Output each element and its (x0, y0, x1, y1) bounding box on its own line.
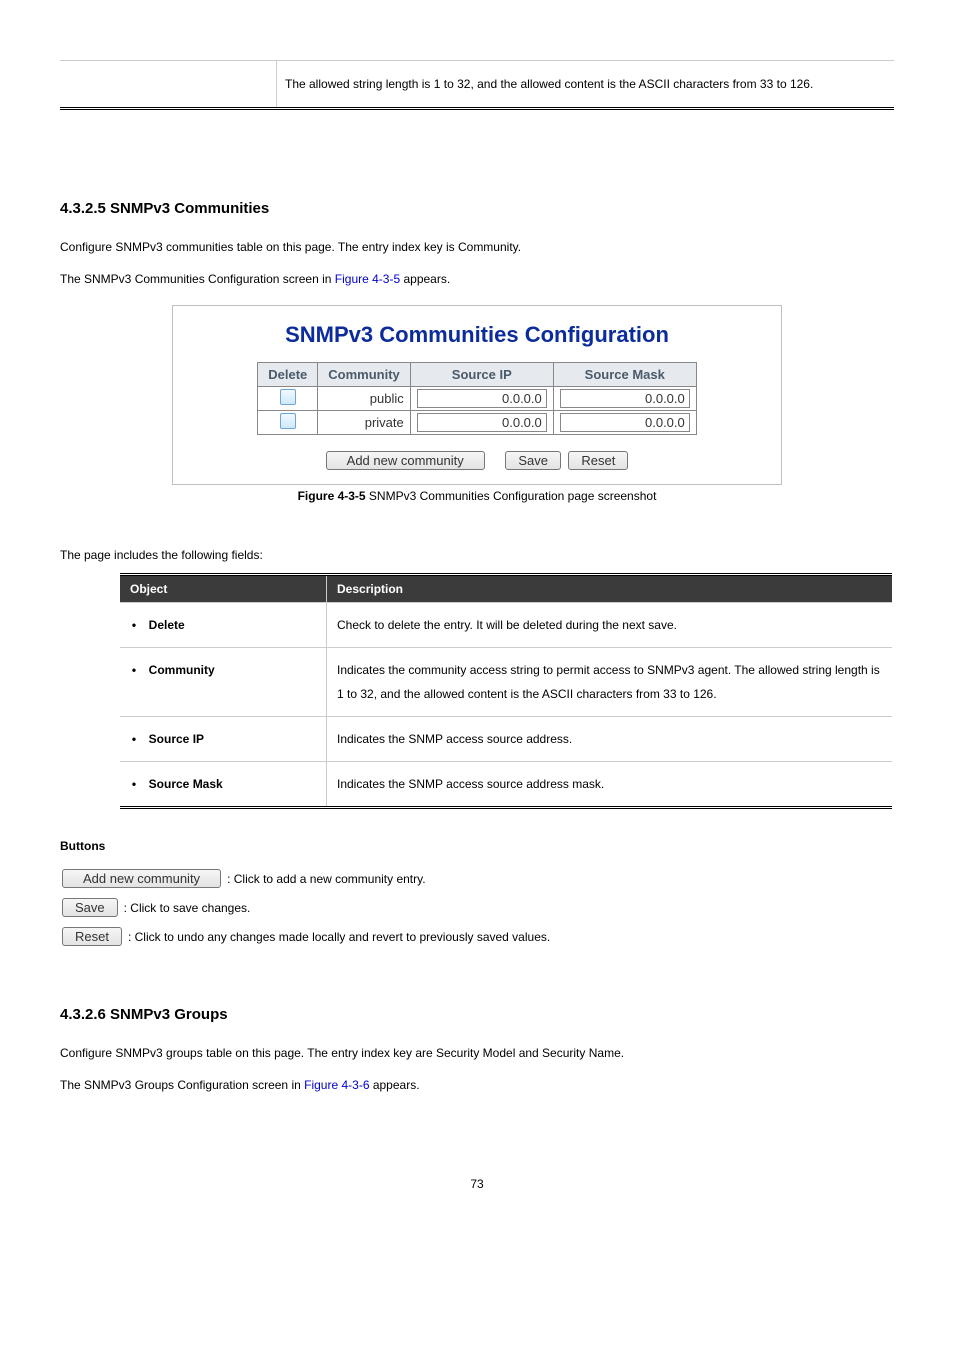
prev-table-text: The allowed string length is 1 to 32, an… (277, 61, 895, 109)
table-row: private 0.0.0.0 0.0.0.0 (258, 411, 697, 435)
section2-para2: The SNMPv3 Groups Configuration screen i… (60, 1073, 894, 1097)
source-ip-input[interactable]: 0.0.0.0 (417, 413, 547, 432)
th-delete: Delete (258, 363, 318, 387)
section1-para2: The SNMPv3 Communities Configuration scr… (60, 267, 894, 291)
reset-button[interactable]: Reset (568, 451, 628, 470)
screenshot-container: SNMPv3 Communities Configuration Delete … (172, 305, 782, 485)
section-heading-2: 4.3.2.6 SNMPv3 Groups (60, 1006, 894, 1023)
communities-table: Delete Community Source IP Source Mask p… (257, 362, 697, 435)
button-desc-row: Save : Click to save changes. (60, 898, 894, 917)
figure-caption: Figure 4-3-5 SNMPv3 Communities Configur… (60, 489, 894, 503)
fields-th-object: Object (120, 575, 327, 603)
screenshot-title: SNMPv3 Communities Configuration (185, 322, 769, 348)
source-mask-input[interactable]: 0.0.0.0 (560, 389, 690, 408)
button-desc-row: Add new community : Click to add a new c… (60, 869, 894, 888)
cell-community: public (318, 387, 411, 411)
fields-th-description: Description (327, 575, 893, 603)
section1-para1: Configure SNMPv3 communities table on th… (60, 235, 894, 259)
delete-checkbox[interactable] (280, 413, 296, 429)
prev-table-fragment: The allowed string length is 1 to 32, an… (60, 60, 894, 110)
add-community-button[interactable]: Add new community (326, 451, 485, 470)
delete-checkbox[interactable] (280, 389, 296, 405)
button-desc-text: : Click to undo any changes made locally… (128, 930, 550, 944)
source-mask-input[interactable]: 0.0.0.0 (560, 413, 690, 432)
button-desc-row: Reset : Click to undo any changes made l… (60, 927, 894, 946)
button-desc-text: : Click to save changes. (124, 901, 251, 915)
fields-table: Object Description • Delete Check to del… (120, 573, 892, 809)
fields-intro: The page includes the following fields: (60, 543, 894, 567)
reset-button[interactable]: Reset (62, 927, 122, 946)
source-ip-input[interactable]: 0.0.0.0 (417, 389, 547, 408)
table-row: • Community Indicates the community acce… (120, 648, 892, 717)
cell-community: private (318, 411, 411, 435)
buttons-heading: Buttons (60, 839, 894, 853)
th-source-mask: Source Mask (553, 363, 696, 387)
th-community: Community (318, 363, 411, 387)
save-button[interactable]: Save (505, 451, 561, 470)
save-button[interactable]: Save (62, 898, 118, 917)
figure-link-1[interactable]: Figure 4-3-5 (335, 272, 400, 286)
section2-para1: Configure SNMPv3 groups table on this pa… (60, 1041, 894, 1065)
button-desc-text: : Click to add a new community entry. (227, 872, 426, 886)
th-source-ip: Source IP (410, 363, 553, 387)
figure-link-2[interactable]: Figure 4-3-6 (304, 1078, 369, 1092)
table-row: • Delete Check to delete the entry. It w… (120, 603, 892, 648)
table-row: • Source IP Indicates the SNMP access so… (120, 717, 892, 762)
add-community-button[interactable]: Add new community (62, 869, 221, 888)
section-heading-1: 4.3.2.5 SNMPv3 Communities (60, 200, 894, 217)
table-row: • Source Mask Indicates the SNMP access … (120, 762, 892, 808)
page-number: 73 (60, 1177, 894, 1191)
table-row: public 0.0.0.0 0.0.0.0 (258, 387, 697, 411)
